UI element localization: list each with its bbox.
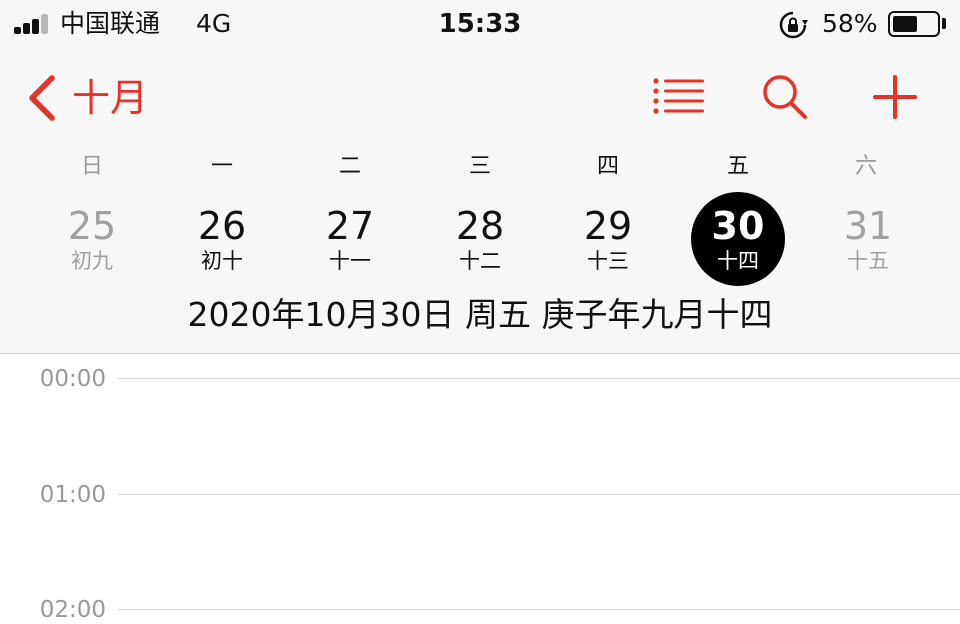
day-cell[interactable]: 31 十五 [818, 196, 918, 288]
weekday-sun: 日 [80, 154, 103, 179]
hour-label: 00:00 [39, 366, 106, 392]
day-cell-selected[interactable]: 30 十四 [688, 192, 788, 288]
battery-tip [942, 18, 946, 29]
day-number: 28 [455, 204, 505, 248]
selected-date-title: 2020年10月30日 周五 庚子年九月十四 [187, 295, 773, 334]
hour-gridline [118, 494, 960, 495]
back-to-month-button[interactable]: 十月 [24, 72, 148, 124]
weekday-fri: 五 [726, 154, 749, 179]
day-cell[interactable]: 26 初十 [172, 196, 272, 288]
day-cell[interactable]: 25 初九 [42, 196, 142, 288]
back-label: 十月 [72, 76, 149, 120]
lunar-date: 十四 [717, 249, 759, 273]
day-timeline[interactable]: 00:00 01:00 02:00 [0, 355, 960, 624]
list-icon[interactable] [652, 76, 706, 116]
weekday-mon: 一 [210, 154, 233, 179]
add-icon[interactable] [872, 74, 918, 120]
lunar-date: 初九 [71, 249, 113, 273]
rotation-lock-icon [779, 11, 808, 39]
day-number: 27 [325, 204, 375, 248]
hour-gridline [118, 378, 960, 379]
battery-level-fill [893, 16, 917, 32]
day-number: 30 [711, 204, 765, 248]
weekday-tue: 二 [338, 154, 361, 179]
day-number: 25 [67, 204, 117, 248]
lunar-date: 初十 [201, 249, 243, 273]
hour-label: 01:00 [39, 482, 106, 508]
day-cell[interactable]: 27 十一 [300, 196, 400, 288]
weekday-wed: 三 [468, 154, 491, 179]
status-bar: 中国联通 4G 15:33 58% [0, 0, 960, 50]
day-cell[interactable]: 29 十三 [558, 196, 658, 288]
calendar-header: 中国联通 4G 15:33 58% 十月 日 一 二 三 四 五 六 25 初九… [0, 0, 960, 354]
lunar-date: 十五 [847, 249, 889, 273]
day-number: 29 [583, 204, 633, 248]
search-icon[interactable] [760, 72, 808, 120]
battery-percentage: 58% [822, 9, 878, 38]
chevron-left-icon [29, 75, 55, 121]
weekday-thu: 四 [596, 154, 619, 179]
day-number: 26 [197, 204, 247, 248]
day-number: 31 [843, 204, 893, 248]
lunar-date: 十三 [587, 249, 629, 273]
hour-gridline [118, 609, 960, 610]
weekday-sat: 六 [854, 154, 877, 179]
lunar-date: 十一 [329, 249, 371, 273]
battery-icon [888, 11, 940, 37]
hour-label: 02:00 [39, 597, 106, 623]
lunar-date: 十二 [459, 249, 501, 273]
status-time: 15:33 [438, 9, 522, 39]
day-cell[interactable]: 28 十二 [430, 196, 530, 288]
